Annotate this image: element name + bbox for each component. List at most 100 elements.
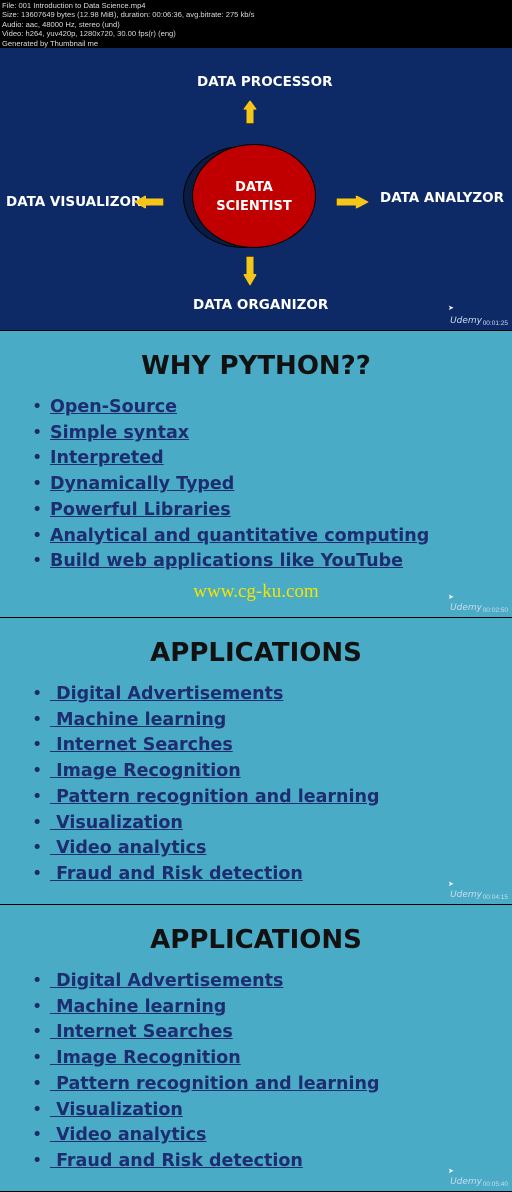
generator: Generated by Thumbnail me [2,38,99,48]
list-item: • Visualization [32,1098,380,1124]
item-text[interactable]: Dynamically Typed [50,474,234,494]
bullet-list: • Digital Advertisements • Machine learn… [32,969,380,1175]
list-item: • Digital Advertisements [32,682,380,708]
list-item: • Open-Source [32,395,429,421]
thumbnail-frame-4: APPLICATIONS • Digital Advertisements • … [0,905,512,1191]
label-organizor: DATA ORGANIZOR [193,297,329,313]
thumbnail-frame-2: WHY PYTHON?? • Open-Source • Simple syntax… [0,331,512,617]
bullet-icon: • [32,1150,43,1171]
list-item: • Image Recognition [32,1046,380,1072]
list-item: • Simple syntax [32,421,429,447]
item-text[interactable]: Internet Searches [50,735,233,755]
label-processor: DATA PROCESSOR [197,74,333,90]
item-text[interactable]: Pattern recognition and learning [50,1074,379,1094]
item-text[interactable]: Video analytics [50,838,206,858]
udemy-logo: Udemy [450,890,482,900]
slide-title: APPLICATIONS [150,638,362,668]
bullet-icon: • [32,448,43,469]
bullet-icon: • [32,786,43,807]
item-text[interactable]: Visualization [50,813,183,833]
item-text[interactable]: Image Recognition [50,761,241,781]
cursor-icon: ➤ [448,593,454,601]
list-item: • Fraud and Risk detection [32,862,380,888]
list-item: • Analytical and quantitative computing [32,524,429,550]
item-text[interactable]: Machine learning [50,997,226,1017]
bullet-icon: • [32,1048,43,1069]
item-text[interactable]: Analytical and quantitative computing [50,526,429,546]
list-item: • Video analytics [32,836,380,862]
arrow-right-icon [336,195,369,209]
item-text[interactable]: Video analytics [50,1125,206,1145]
video-info: Video: h264, yuv420p, 1280x720, 30.00 fp… [2,29,176,39]
item-text[interactable]: Digital Advertisements [50,971,283,991]
bullet-icon: • [32,838,43,859]
list-item: • Interpreted [32,446,429,472]
bullet-icon: • [32,1022,43,1043]
timestamp: 00:05:40 [482,1181,508,1188]
cursor-icon: ➤ [448,1167,454,1175]
bullet-icon: • [32,397,43,417]
arrow-up-icon [243,100,257,124]
thumbnail-frame-3: APPLICATIONS • Digital Advertisements • … [0,618,512,904]
list-item: • Internet Searches [32,733,380,759]
list-item: • Machine learning [32,995,380,1021]
bullet-list: • Open-Source • Simple syntax • Interpreted… [32,395,429,575]
bullet-icon: • [32,971,43,991]
bullet-icon: • [32,551,43,572]
bullet-icon: • [32,1099,43,1120]
list-item: • Digital Advertisements [32,969,380,995]
item-text[interactable]: Powerful Libraries [50,500,231,520]
udemy-logo: Udemy [450,316,482,326]
item-text[interactable]: Interpreted [50,448,164,468]
bullet-icon: • [32,422,43,443]
cursor-icon: ➤ [448,304,454,312]
bullet-icon: • [32,863,43,884]
center-label-2: SCIENTIST [216,199,292,214]
bullet-icon: • [32,735,43,756]
item-text[interactable]: Fraud and Risk detection [50,1151,303,1171]
watermark: www.cg-ku.com [193,581,319,602]
bullet-icon: • [32,525,43,546]
bullet-icon: • [32,684,43,704]
item-text[interactable]: Internet Searches [50,1022,233,1042]
item-text[interactable]: Digital Advertisements [50,684,283,704]
item-text[interactable]: Machine learning [50,710,226,730]
label-visualizor: DATA VISUALIZOR [6,194,142,210]
arrow-down-icon [243,256,257,286]
audio-info: Audio: aac, 48000 Hz, stereo (und) [2,19,120,29]
timestamp: 00:04:15 [482,894,508,901]
slide-title: WHY PYTHON?? [141,351,371,381]
item-text[interactable]: Simple syntax [50,423,189,443]
item-text[interactable]: Build web applications like YouTube [50,551,403,571]
bullet-icon: • [32,812,43,833]
udemy-logo: Udemy [450,1177,482,1187]
bullet-list: • Digital Advertisements • Machine learn… [32,682,380,888]
list-item: • Fraud and Risk detection [32,1149,380,1175]
item-text[interactable]: Pattern recognition and learning [50,787,379,807]
list-item: • Image Recognition [32,759,380,785]
file-size: Size: 13607649 bytes (12.98 MiB), durati… [2,10,255,20]
center-label-1: DATA [235,180,273,195]
bullet-icon: • [32,1125,43,1146]
timestamp: 00:01:25 [482,320,508,327]
bullet-icon: • [32,996,43,1017]
data-scientist-circle: DATA SCIENTIST [192,144,316,248]
thumbnail-frame-1: DATA SCIENTIST DATA PROCESSOR DATA VISUA… [0,48,512,330]
list-item: • Internet Searches [32,1020,380,1046]
list-item: • Pattern recognition and learning [32,1072,380,1098]
list-item: • Build web applications like YouTube [32,549,429,575]
bullet-icon: • [32,474,43,495]
label-analyzor: DATA ANALYZOR [380,190,505,206]
udemy-logo: Udemy [450,603,482,613]
item-text[interactable]: Image Recognition [50,1048,241,1068]
item-text[interactable]: Fraud and Risk detection [50,864,303,884]
bullet-icon: • [32,761,43,782]
list-item: • Dynamically Typed [32,472,429,498]
slide-title: APPLICATIONS [150,925,362,955]
bullet-icon: • [32,709,43,730]
bullet-icon: • [32,499,43,520]
item-text[interactable]: Open-Source [50,397,177,417]
list-item: • Machine learning [32,708,380,734]
item-text[interactable]: Visualization [50,1100,183,1120]
bullet-icon: • [32,1073,43,1094]
